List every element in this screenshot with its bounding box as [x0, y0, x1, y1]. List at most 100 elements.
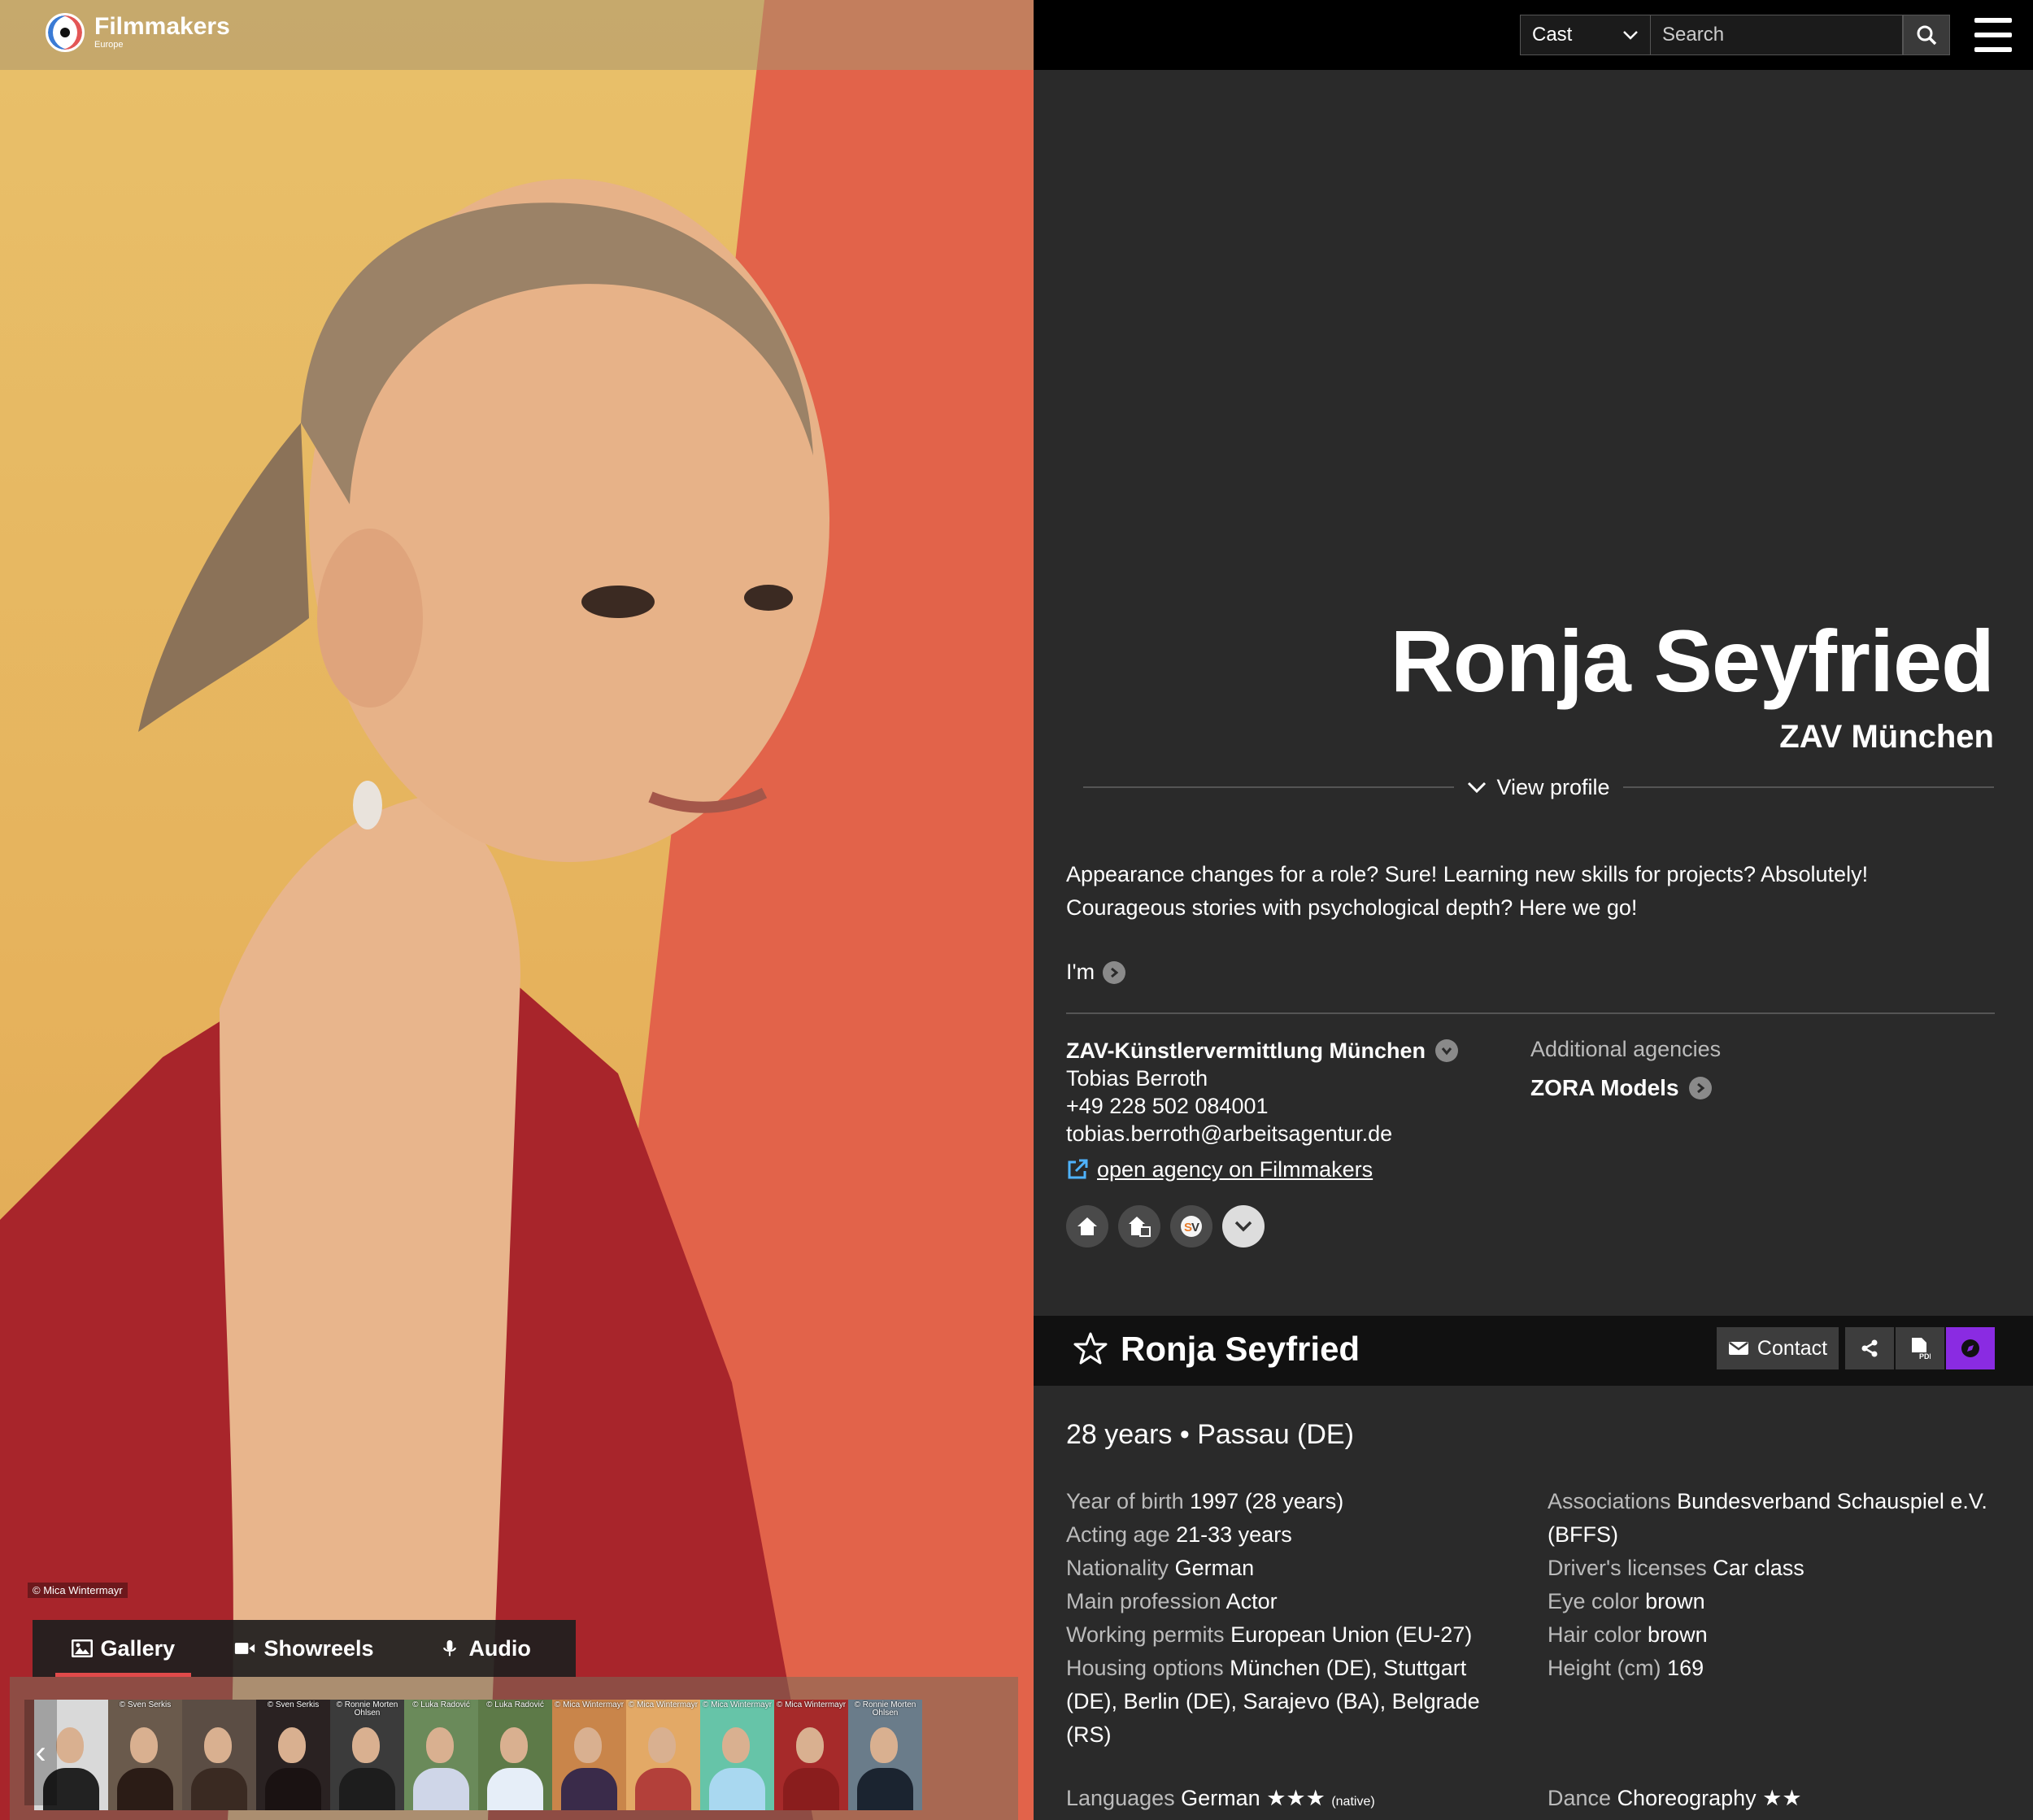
dance-row: Dance Choreography ★★ — [1548, 1786, 1802, 1811]
gallery-thumbnail[interactable]: © Sven Serkis — [256, 1700, 330, 1810]
home-button[interactable] — [1066, 1205, 1108, 1247]
share-button[interactable] — [1845, 1327, 1894, 1369]
sv-button[interactable]: SV — [1170, 1205, 1212, 1247]
housing-button[interactable] — [1118, 1205, 1160, 1247]
languages-value: German ★★★ — [1181, 1786, 1326, 1810]
additional-agency-link[interactable]: ZORA Models — [1530, 1075, 1712, 1101]
fact-row: Height (cm) 169 — [1548, 1652, 2003, 1685]
thumbnail-copyright: © Sven Serkis — [119, 1700, 172, 1709]
tab-audio[interactable]: Audio — [394, 1620, 576, 1677]
agency-name-link[interactable]: ZAV-Künstlervermittlung München — [1066, 1037, 1521, 1065]
chevron-right-icon — [1103, 960, 1126, 984]
thumbnail-figure — [486, 1768, 544, 1810]
thumbnail-figure — [634, 1768, 692, 1810]
microphone-icon — [443, 1639, 457, 1657]
fact-row: Main profession Actor — [1066, 1585, 1521, 1618]
thumbnail-figure — [116, 1768, 174, 1810]
gallery-thumbnail[interactable]: © Ronnie Morten Ohlsen — [848, 1700, 922, 1810]
view-profile-button[interactable]: View profile — [1454, 775, 1622, 800]
fact-row: Year of birth 1997 (28 years) — [1066, 1485, 1521, 1518]
profile-agency: ZAV München — [1779, 719, 1994, 755]
fact-key: Main profession — [1066, 1589, 1221, 1613]
fact-key: Nationality — [1066, 1556, 1169, 1580]
share-icon — [1861, 1339, 1878, 1357]
gallery-thumbnail[interactable]: © Mica Wintermayr — [774, 1700, 848, 1810]
view-profile-row: View profile — [1083, 773, 1995, 802]
gallery-thumbnail[interactable]: © Ronnie Morten Ohlsen — [330, 1700, 404, 1810]
gallery-thumbnail[interactable]: © Mica Wintermayr — [552, 1700, 626, 1810]
thumbnail-figure — [782, 1768, 840, 1810]
svg-text:PDF: PDF — [1919, 1352, 1931, 1361]
agency-phone[interactable]: +49 228 502 084001 — [1066, 1092, 1521, 1120]
gallery-thumbnail[interactable] — [182, 1700, 256, 1810]
gallery-thumbnail[interactable]: © Sven Serkis — [108, 1700, 182, 1810]
fact-value: brown — [1648, 1622, 1708, 1647]
fact-value: German — [1174, 1556, 1255, 1580]
languages-row: Languages German ★★★ (native) — [1066, 1786, 1375, 1811]
more-button[interactable] — [1222, 1205, 1265, 1247]
fact-key: Year of birth — [1066, 1489, 1184, 1513]
profile-photo-panel: Filmmakers Europe © Mica Wintermayr Gall… — [0, 0, 1034, 1820]
pdf-button[interactable]: PDF — [1896, 1327, 1944, 1369]
thumbnail-copyright: © Luka Radović — [412, 1700, 470, 1709]
fact-key: Eye color — [1548, 1589, 1639, 1613]
tab-gallery[interactable]: Gallery — [33, 1620, 214, 1677]
brand-logo[interactable]: Filmmakers Europe — [46, 13, 230, 52]
tab-showreels[interactable]: Showreels — [214, 1620, 395, 1677]
tab-gallery-label: Gallery — [100, 1635, 176, 1661]
video-icon — [235, 1643, 255, 1654]
gallery-thumbnail[interactable]: © Luka Radović — [404, 1700, 478, 1810]
fact-key: Height (cm) — [1548, 1656, 1661, 1680]
thumbnail-face — [574, 1727, 603, 1763]
envelope-icon — [1728, 1341, 1748, 1355]
category-select[interactable]: Cast — [1520, 15, 1650, 55]
im-link[interactable]: I'm — [1066, 960, 1126, 985]
thumbnail-copyright: © Mica Wintermayr — [554, 1700, 625, 1709]
gallery-thumbnail[interactable]: © Mica Wintermayr — [700, 1700, 774, 1810]
gallery-thumbnail[interactable]: © Mica Wintermayr — [626, 1700, 700, 1810]
thumbnail-copyright: © Ronnie Morten Ohlsen — [336, 1700, 398, 1718]
compass-button[interactable] — [1946, 1327, 1995, 1369]
thumbnail-face — [796, 1727, 825, 1763]
external-link-icon — [1068, 1159, 1088, 1179]
thumbnail-figure — [190, 1768, 248, 1810]
brand-sub: Europe — [94, 40, 124, 50]
open-agency-label[interactable]: open agency on Filmmakers — [1097, 1156, 1373, 1183]
fact-row: Acting age 21-33 years — [1066, 1518, 1521, 1552]
fact-row: Eye color brown — [1548, 1585, 2003, 1618]
thumbnail-face — [204, 1727, 233, 1763]
photo-copyright: © Mica Wintermayr — [28, 1583, 128, 1598]
agency-icons: SV — [1066, 1205, 1265, 1247]
agency-email[interactable]: tobias.berroth@arbeitsagentur.de — [1066, 1120, 1521, 1147]
fact-value: 169 — [1667, 1656, 1704, 1680]
chevron-down-icon — [1234, 1221, 1252, 1232]
menu-icon — [1974, 18, 2012, 23]
thumbnail-face — [648, 1727, 677, 1763]
thumbnail-prev-button[interactable]: ‹ — [24, 1700, 57, 1805]
contact-button[interactable]: Contact — [1717, 1327, 1839, 1369]
svg-text:V: V — [1191, 1221, 1199, 1234]
thumbnail-face — [870, 1727, 899, 1763]
gallery-thumbnail[interactable]: © Luka Radović — [478, 1700, 552, 1810]
thumbnail-face — [722, 1727, 751, 1763]
thumbnail-copyright: © Mica Wintermayr — [628, 1700, 699, 1709]
thumbnail-figure — [338, 1768, 396, 1810]
divider — [1083, 786, 1455, 788]
agency-block: ZAV-Künstlervermittlung München Tobias B… — [1066, 1037, 1521, 1183]
view-profile-label: View profile — [1496, 774, 1610, 799]
thumbnail-face — [130, 1727, 159, 1763]
search-input[interactable] — [1650, 15, 1903, 55]
profile-photo[interactable] — [0, 0, 1034, 1820]
star-icon[interactable] — [1073, 1331, 1108, 1365]
fact-value: European Union (EU-27) — [1230, 1622, 1473, 1647]
languages-key: Languages — [1066, 1786, 1175, 1810]
additional-agencies-label: Additional agencies — [1530, 1037, 1722, 1061]
compass-icon — [1961, 1339, 1979, 1357]
tab-audio-label: Audio — [468, 1635, 531, 1661]
open-agency-link[interactable]: open agency on Filmmakers — [1066, 1156, 1521, 1183]
chevron-down-icon — [1468, 782, 1487, 793]
thumbnail-list: © Sven Serkis © Sven Serkis © Ronnie Morte… — [34, 1700, 922, 1810]
tab-showreels-label: Showreels — [263, 1635, 374, 1661]
hamburger-menu-button[interactable] — [1974, 18, 2012, 52]
search-button[interactable] — [1903, 15, 1950, 55]
